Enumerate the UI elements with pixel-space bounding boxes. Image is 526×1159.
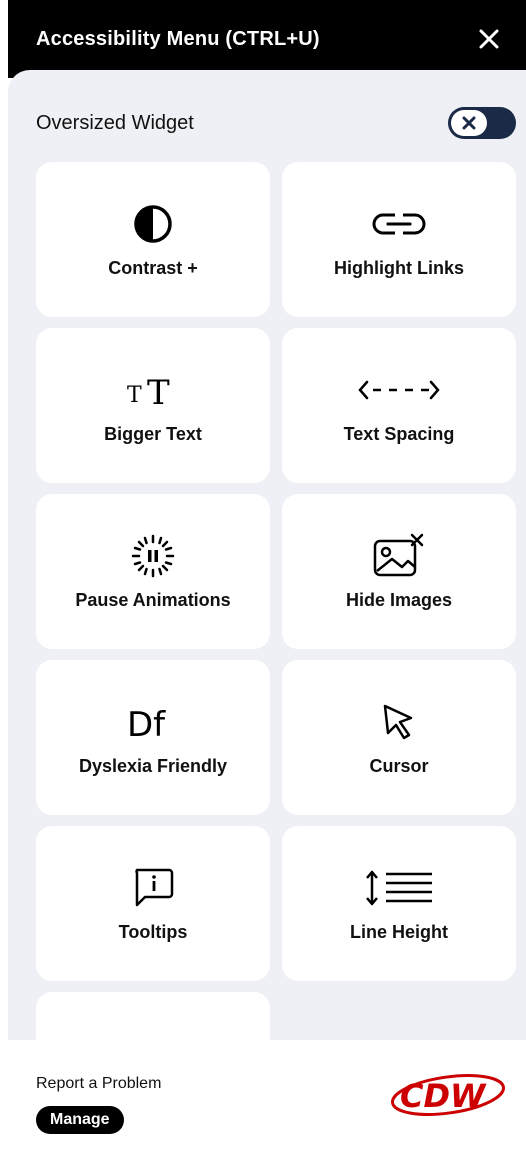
dyslexia-icon: Df	[127, 705, 166, 742]
tile-label: Bigger Text	[104, 424, 202, 444]
tile-dyslexia-friendly[interactable]: Df Dyslexia Friendly	[36, 660, 270, 815]
tile-label: Highlight Links	[334, 258, 464, 278]
svg-text:T: T	[127, 383, 142, 408]
tile-tooltips[interactable]: Tooltips	[36, 826, 270, 981]
menu-header: Accessibility Menu (CTRL+U)	[8, 0, 526, 78]
pause-animations-icon	[131, 534, 175, 578]
tile-text-spacing[interactable]: Text Spacing	[282, 328, 516, 483]
tile-pause-animations[interactable]: Pause Animations	[36, 494, 270, 649]
menu-title: Accessibility Menu (CTRL+U)	[36, 27, 320, 50]
tile-label: Text Spacing	[343, 424, 455, 444]
tile-label: Dyslexia Friendly	[78, 756, 228, 776]
svg-text:Df: Df	[127, 705, 166, 742]
link-icon	[372, 212, 426, 236]
close-icon	[479, 29, 499, 49]
tile-label: Contrast +	[108, 258, 198, 278]
text-spacing-icon	[358, 380, 440, 400]
line-height-icon	[366, 870, 432, 906]
close-button[interactable]	[474, 24, 504, 54]
report-problem-link[interactable]: Report a Problem	[36, 1075, 161, 1093]
toggle-knob	[451, 110, 487, 136]
text-size-icon: T T	[127, 373, 170, 410]
tile-label: Hide Images	[345, 590, 453, 610]
tile-label: Tooltips	[118, 922, 188, 942]
cursor-icon	[383, 704, 413, 740]
oversized-widget-label: Oversized Widget	[36, 111, 194, 134]
oversized-widget-toggle[interactable]	[448, 107, 516, 139]
menu-panel: Oversized Widget Contrast + Highlight Li…	[8, 70, 526, 1040]
svg-text:CDW: CDW	[400, 1077, 487, 1115]
tile-line-height[interactable]: Line Height	[282, 826, 516, 981]
contrast-icon	[134, 205, 172, 243]
manage-button[interactable]: Manage	[36, 1106, 124, 1134]
tile-label: Line Height	[350, 922, 448, 942]
tile-partial[interactable]	[36, 992, 270, 1040]
svg-text:T: T	[147, 373, 170, 410]
oversized-widget-row: Oversized Widget	[36, 106, 516, 140]
tile-label: Pause Animations	[75, 590, 231, 610]
tile-cursor[interactable]: Cursor	[282, 660, 516, 815]
tile-label: Cursor	[369, 756, 429, 776]
tile-hide-images[interactable]: Hide Images	[282, 494, 516, 649]
tile-contrast[interactable]: Contrast +	[36, 162, 270, 317]
tile-highlight-links[interactable]: Highlight Links	[282, 162, 516, 317]
toggle-off-icon	[462, 116, 476, 130]
cdw-logo: CDW	[390, 1074, 506, 1116]
menu-footer: Report a Problem Manage CDW	[8, 1040, 526, 1159]
tooltip-icon	[135, 868, 174, 907]
tile-bigger-text[interactable]: T T Bigger Text	[36, 328, 270, 483]
hide-images-icon	[373, 533, 424, 577]
